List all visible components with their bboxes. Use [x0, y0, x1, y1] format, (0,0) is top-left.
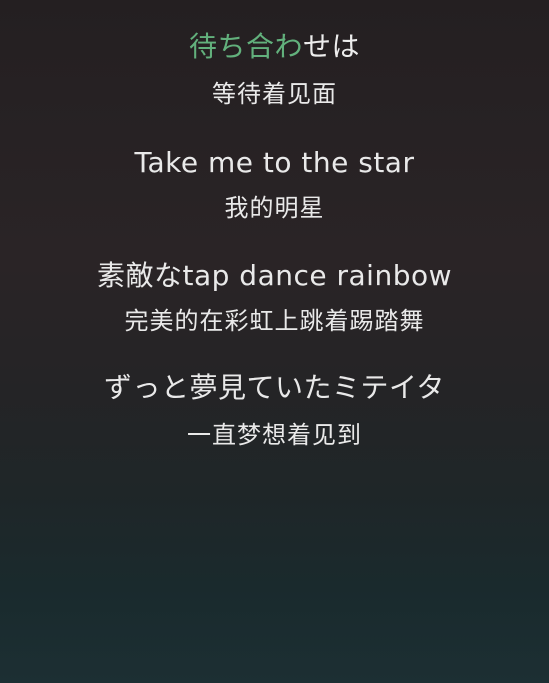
lyric-line[interactable]: Take me to the star	[0, 145, 549, 181]
lyrics-view: 待ち合わせは 等待着见面 Take me to the star 我的明星 素敵…	[0, 0, 549, 683]
lyric-sung-portion: 待ち合わ	[188, 30, 303, 63]
lyric-translation: 完美的在彩虹上跳着踢踏舞	[124, 307, 425, 335]
lyric-translation: 等待着见面	[212, 80, 337, 108]
lyric-translation: 我的明星	[224, 194, 325, 222]
lyric-line[interactable]: ずっと夢見ていたミテイタ	[0, 370, 549, 406]
lyric-unsung-portion: せは	[303, 30, 361, 63]
lyric-line[interactable]: 素敵なtap dance rainbow	[0, 258, 549, 294]
lyric-line-current[interactable]: 待ち合わせは	[0, 29, 549, 65]
lyric-translation: 一直梦想着见到	[187, 421, 362, 449]
